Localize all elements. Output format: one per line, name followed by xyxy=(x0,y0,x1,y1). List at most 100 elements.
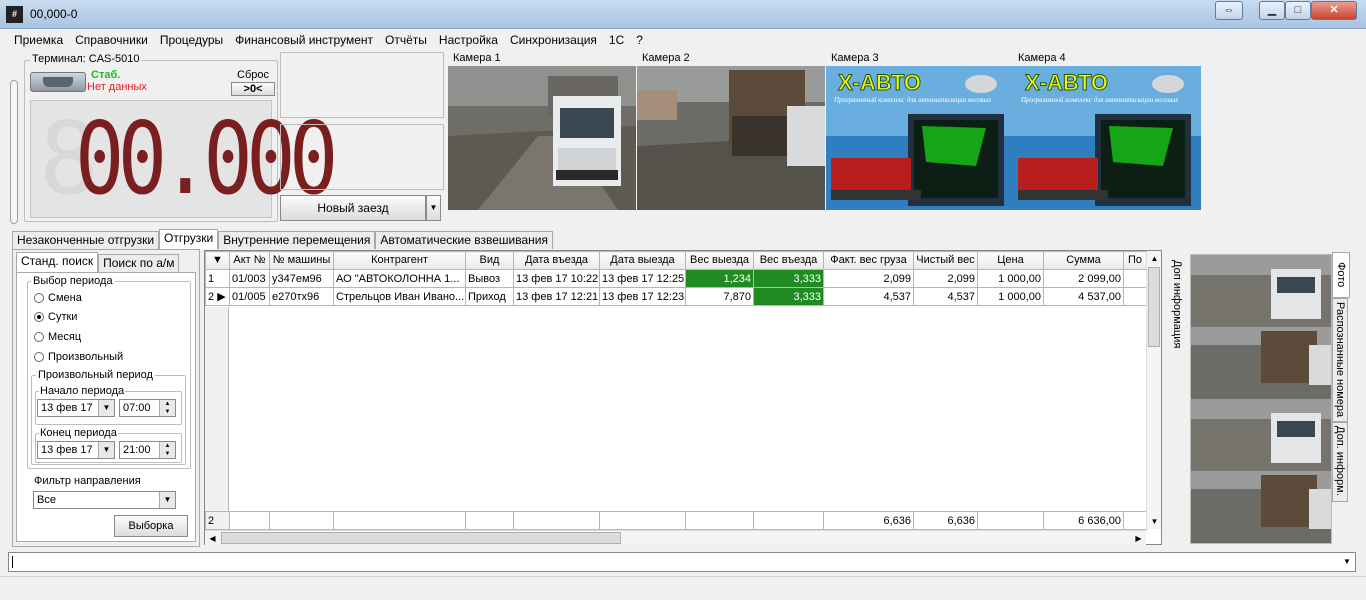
direction-filter-value: Все xyxy=(37,494,56,506)
row-indicator-strip xyxy=(205,307,229,511)
chevron-down-icon[interactable]: ▼ xyxy=(98,400,114,416)
menu-help[interactable]: ? xyxy=(630,31,649,49)
menu-finance[interactable]: Финансовый инструмент xyxy=(229,31,379,49)
cell-sum: 4 537,00 xyxy=(1043,287,1124,306)
side-tab-recognized[interactable]: Распознанные номера xyxy=(1332,298,1348,422)
col-type[interactable]: Вид xyxy=(465,251,514,270)
header-indicator: ▼ xyxy=(205,251,230,270)
maximize-icon[interactable]: □ xyxy=(1285,1,1311,20)
camera-4-logo: X-АВТО xyxy=(1025,70,1108,95)
cell-counterparty: Стрельцов Иван Ивано... xyxy=(333,287,466,306)
col-exit-weight[interactable]: Вес выезда xyxy=(685,251,754,270)
side-tab-photo[interactable]: Фото xyxy=(1332,252,1350,298)
new-arrival-dropdown[interactable]: ▼ xyxy=(426,195,441,221)
col-exit-date[interactable]: Дата выезда xyxy=(599,251,686,270)
col-more[interactable]: По xyxy=(1123,251,1147,270)
h-scroll-thumb[interactable] xyxy=(221,532,621,544)
start-date-picker[interactable]: 13 фев 17 ▼ xyxy=(37,399,115,417)
radio-month[interactable]: Месяц xyxy=(34,331,81,343)
table-row[interactable]: 2 ▶ 01/005 е270тх96 Стрельцов Иван Ивано… xyxy=(205,287,1147,306)
chevron-down-icon[interactable]: ▼ xyxy=(98,442,114,458)
cell-more xyxy=(1123,269,1147,288)
new-arrival-button[interactable]: Новый заезд xyxy=(280,195,426,221)
table-row[interactable]: 1 01/003 у347ем96 АО "АВТОКОЛОННА 1... В… xyxy=(205,269,1147,288)
tab-standard-search[interactable]: Станд. поиск xyxy=(16,252,99,272)
thumbnail xyxy=(1191,399,1331,471)
cell-actual-weight: 4,537 xyxy=(823,287,914,306)
col-car-number[interactable]: № машины xyxy=(269,251,334,270)
chevron-down-icon[interactable]: ▼ xyxy=(159,492,175,508)
text-cursor xyxy=(12,556,13,568)
camera-3-tagline: Программный комплекс для автоматизации в… xyxy=(833,96,992,104)
menu-reports[interactable]: Отчёты xyxy=(379,31,433,49)
col-act[interactable]: Акт № xyxy=(229,251,270,270)
scroll-left-icon[interactable]: ◀ xyxy=(205,531,220,546)
grid-vertical-scrollbar[interactable]: ▲ ▼ xyxy=(1146,251,1161,529)
tab-auto-weighing[interactable]: Автоматические взвешивания xyxy=(375,231,553,249)
camera-3-image: X-АВТО Программный комплекс для автомати… xyxy=(826,66,1014,210)
col-counterparty[interactable]: Контрагент xyxy=(333,251,466,270)
select-button[interactable]: Выборка xyxy=(114,515,188,537)
camera-2[interactable]: Камера 2 xyxy=(637,52,825,210)
col-actual-weight[interactable]: Факт. вес груза xyxy=(823,251,914,270)
side-tab-extra-info[interactable]: Доп. информ. xyxy=(1332,422,1348,502)
command-input[interactable]: ▼ xyxy=(8,552,1356,572)
radio-day[interactable]: Сутки xyxy=(34,311,77,323)
scroll-down-icon[interactable]: ▼ xyxy=(1147,514,1162,529)
camera-1[interactable]: Камера 1 xyxy=(448,52,636,210)
menu-priemka[interactable]: Приемка xyxy=(8,31,69,49)
close-icon[interactable]: ✕ xyxy=(1311,1,1357,20)
cell-entry-weight: 3,333 xyxy=(753,287,824,306)
window-title: 00,000-0 xyxy=(30,7,78,21)
tab-internal-moves[interactable]: Внутренние перемещения xyxy=(218,231,376,249)
app-icon: # xyxy=(6,6,23,23)
restore-arrows-icon[interactable]: ⇔ xyxy=(1215,1,1243,20)
side-strip[interactable] xyxy=(10,80,18,224)
scroll-right-icon[interactable]: ▶ xyxy=(1131,531,1146,546)
camera-3[interactable]: Камера 3 X-АВТО Программный комплекс для… xyxy=(826,52,1014,210)
tab-unfinished[interactable]: Незаконченные отгрузки xyxy=(12,231,160,249)
right-panel: Доп информация Фото Распознанные номера … xyxy=(1168,250,1362,546)
end-time-picker[interactable]: 21:00 ▲ ▼ xyxy=(119,441,176,459)
minimize-icon[interactable]: ▁ xyxy=(1259,1,1285,20)
thumbnail xyxy=(1191,471,1331,543)
col-entry-weight[interactable]: Вес въезда xyxy=(753,251,824,270)
zero-button[interactable]: >0< xyxy=(231,82,275,96)
col-sum[interactable]: Сумма xyxy=(1043,251,1124,270)
tab-search-by-car[interactable]: Поиск по а/м xyxy=(98,254,180,272)
radio-shift[interactable]: Смена xyxy=(34,292,82,304)
camera-4-tagline: Программный комплекс для автоматизации в… xyxy=(1020,96,1179,104)
grid-horizontal-scrollbar[interactable]: ◀ ▶ xyxy=(205,530,1146,545)
cell-car: у347ем96 xyxy=(269,269,334,288)
main-tabs: Незаконченные отгрузки Отгрузки Внутренние… xyxy=(12,229,553,249)
camera-2-image xyxy=(637,66,825,210)
col-entry-date[interactable]: Дата въезда xyxy=(513,251,600,270)
scroll-thumb[interactable] xyxy=(1148,267,1160,347)
start-time-picker[interactable]: 07:00 ▲ ▼ xyxy=(119,399,176,417)
end-date-picker[interactable]: 13 фев 17 ▼ xyxy=(37,441,115,459)
scroll-up-icon[interactable]: ▲ xyxy=(1147,251,1162,266)
camera-1-image xyxy=(448,66,636,210)
menu-1c[interactable]: 1С xyxy=(603,31,630,49)
reset-label: Сброс xyxy=(237,69,269,81)
direction-filter-select[interactable]: Все ▼ xyxy=(33,491,176,509)
spinner-icon[interactable]: ▲ ▼ xyxy=(159,400,175,416)
radio-custom[interactable]: Произвольный xyxy=(34,351,123,363)
serial-port-icon xyxy=(30,72,86,92)
col-net-weight[interactable]: Чистый вес xyxy=(913,251,978,270)
tab-shipments[interactable]: Отгрузки xyxy=(159,229,219,249)
terminal-label: Терминал: CAS-5010 xyxy=(30,53,142,65)
weight-display: 8 00.000 xyxy=(30,100,338,218)
menu-settings[interactable]: Настройка xyxy=(433,31,504,49)
menu-procedures[interactable]: Процедуры xyxy=(154,31,229,49)
cell-car: е270тх96 xyxy=(269,287,334,306)
title-bar: # 00,000-0 ⇔ ▁ □ ✕ xyxy=(0,0,1366,29)
direction-filter-label: Фильтр направления xyxy=(34,475,141,487)
spinner-icon[interactable]: ▲ ▼ xyxy=(159,442,175,458)
camera-4[interactable]: Камера 4 X-АВТО Программный комплекс для… xyxy=(1013,52,1201,210)
cell-entry-date: 13 фев 17 12:21 xyxy=(513,287,600,306)
menu-sync[interactable]: Синхронизация xyxy=(504,31,603,49)
menu-spravochniki[interactable]: Справочники xyxy=(69,31,154,49)
chevron-down-icon[interactable]: ▼ xyxy=(1339,553,1355,571)
col-price[interactable]: Цена xyxy=(977,251,1044,270)
